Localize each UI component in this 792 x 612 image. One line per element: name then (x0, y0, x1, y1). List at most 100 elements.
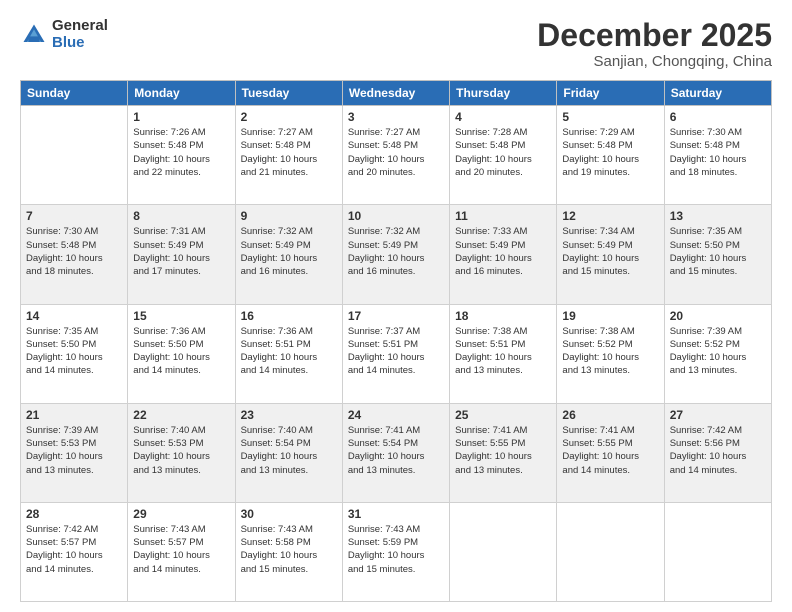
day-number: 8 (133, 209, 229, 223)
day-info: Sunrise: 7:43 AM Sunset: 5:57 PM Dayligh… (133, 523, 229, 576)
day-number: 15 (133, 309, 229, 323)
calendar-cell: 24Sunrise: 7:41 AM Sunset: 5:54 PM Dayli… (342, 403, 449, 502)
day-number: 4 (455, 110, 551, 124)
day-info: Sunrise: 7:32 AM Sunset: 5:49 PM Dayligh… (241, 225, 337, 278)
weekday-header-thursday: Thursday (450, 81, 557, 106)
day-info: Sunrise: 7:41 AM Sunset: 5:55 PM Dayligh… (455, 424, 551, 477)
day-number: 14 (26, 309, 122, 323)
day-info: Sunrise: 7:33 AM Sunset: 5:49 PM Dayligh… (455, 225, 551, 278)
day-info: Sunrise: 7:28 AM Sunset: 5:48 PM Dayligh… (455, 126, 551, 179)
day-info: Sunrise: 7:38 AM Sunset: 5:51 PM Dayligh… (455, 325, 551, 378)
calendar-cell: 3 Sunrise: 7:27 AM Sunset: 5:48 PM Daylig… (342, 106, 449, 205)
calendar-cell: 4 Sunrise: 7:28 AM Sunset: 5:48 PM Daylig… (450, 106, 557, 205)
day-number: 11 (455, 209, 551, 223)
day-info: Sunrise: 7:32 AM Sunset: 5:49 PM Dayligh… (348, 225, 444, 278)
logo: General Blue (20, 18, 108, 51)
day-number: 28 (26, 507, 122, 521)
day-number: 10 (348, 209, 444, 223)
calendar-cell (557, 502, 664, 601)
calendar-cell: 7 Sunrise: 7:30 AM Sunset: 5:48 PM Daylig… (21, 205, 128, 304)
calendar-cell: 11 Sunrise: 7:33 AM Sunset: 5:49 PM Dayli… (450, 205, 557, 304)
weekday-header-tuesday: Tuesday (235, 81, 342, 106)
day-number: 3 (348, 110, 444, 124)
page: General Blue December 2025 Sanjian, Chon… (0, 0, 792, 612)
calendar-cell: 23 Sunrise: 7:40 AM Sunset: 5:54 PM Dayli… (235, 403, 342, 502)
calendar-cell: 27 Sunrise: 7:42 AM Sunset: 5:56 PM Dayli… (664, 403, 771, 502)
calendar-cell: 13Sunrise: 7:35 AM Sunset: 5:50 PM Dayli… (664, 205, 771, 304)
day-info: Sunrise: 7:38 AM Sunset: 5:52 PM Dayligh… (562, 325, 658, 378)
calendar-cell: 18 Sunrise: 7:38 AM Sunset: 5:51 PM Dayli… (450, 304, 557, 403)
day-info: Sunrise: 7:29 AM Sunset: 5:48 PM Dayligh… (562, 126, 658, 179)
week-row-5: 28 Sunrise: 7:42 AM Sunset: 5:57 PM Dayli… (21, 502, 772, 601)
weekday-header-monday: Monday (128, 81, 235, 106)
day-number: 29 (133, 507, 229, 521)
day-info: Sunrise: 7:40 AM Sunset: 5:53 PM Dayligh… (133, 424, 229, 477)
day-info: Sunrise: 7:39 AM Sunset: 5:53 PM Dayligh… (26, 424, 122, 477)
calendar: SundayMondayTuesdayWednesdayThursdayFrid… (20, 80, 772, 602)
day-number: 25 (455, 408, 551, 422)
calendar-cell: 2Sunrise: 7:27 AM Sunset: 5:48 PM Daylig… (235, 106, 342, 205)
calendar-cell: 28 Sunrise: 7:42 AM Sunset: 5:57 PM Dayli… (21, 502, 128, 601)
day-number: 17 (348, 309, 444, 323)
calendar-cell (664, 502, 771, 601)
logo-text: General Blue (52, 18, 108, 51)
day-info: Sunrise: 7:43 AM Sunset: 5:58 PM Dayligh… (241, 523, 337, 576)
calendar-cell: 17 Sunrise: 7:37 AM Sunset: 5:51 PM Dayli… (342, 304, 449, 403)
day-info: Sunrise: 7:26 AM Sunset: 5:48 PM Dayligh… (133, 126, 229, 179)
weekday-header-row: SundayMondayTuesdayWednesdayThursdayFrid… (21, 81, 772, 106)
week-row-3: 14Sunrise: 7:35 AM Sunset: 5:50 PM Dayli… (21, 304, 772, 403)
calendar-cell: 30 Sunrise: 7:43 AM Sunset: 5:58 PM Dayli… (235, 502, 342, 601)
day-number: 30 (241, 507, 337, 521)
week-row-4: 21 Sunrise: 7:39 AM Sunset: 5:53 PM Dayli… (21, 403, 772, 502)
month-title: December 2025 (537, 18, 772, 53)
calendar-cell: 8 Sunrise: 7:31 AM Sunset: 5:49 PM Daylig… (128, 205, 235, 304)
calendar-cell: 16Sunrise: 7:36 AM Sunset: 5:51 PM Dayli… (235, 304, 342, 403)
calendar-cell: 10 Sunrise: 7:32 AM Sunset: 5:49 PM Dayli… (342, 205, 449, 304)
day-number: 18 (455, 309, 551, 323)
day-number: 19 (562, 309, 658, 323)
day-info: Sunrise: 7:27 AM Sunset: 5:48 PM Dayligh… (348, 126, 444, 179)
location-subtitle: Sanjian, Chongqing, China (537, 53, 772, 70)
calendar-cell: 19 Sunrise: 7:38 AM Sunset: 5:52 PM Dayli… (557, 304, 664, 403)
day-number: 16 (241, 309, 337, 323)
day-info: Sunrise: 7:31 AM Sunset: 5:49 PM Dayligh… (133, 225, 229, 278)
calendar-cell: 21 Sunrise: 7:39 AM Sunset: 5:53 PM Dayli… (21, 403, 128, 502)
day-info: Sunrise: 7:42 AM Sunset: 5:57 PM Dayligh… (26, 523, 122, 576)
calendar-cell: 5 Sunrise: 7:29 AM Sunset: 5:48 PM Daylig… (557, 106, 664, 205)
day-number: 21 (26, 408, 122, 422)
day-info: Sunrise: 7:37 AM Sunset: 5:51 PM Dayligh… (348, 325, 444, 378)
day-number: 23 (241, 408, 337, 422)
day-number: 24 (348, 408, 444, 422)
title-block: December 2025 Sanjian, Chongqing, China (537, 18, 772, 70)
day-number: 22 (133, 408, 229, 422)
weekday-header-friday: Friday (557, 81, 664, 106)
day-number: 26 (562, 408, 658, 422)
calendar-cell (450, 502, 557, 601)
calendar-cell: 20 Sunrise: 7:39 AM Sunset: 5:52 PM Dayli… (664, 304, 771, 403)
day-info: Sunrise: 7:39 AM Sunset: 5:52 PM Dayligh… (670, 325, 766, 378)
day-number: 6 (670, 110, 766, 124)
day-info: Sunrise: 7:36 AM Sunset: 5:50 PM Dayligh… (133, 325, 229, 378)
day-info: Sunrise: 7:43 AM Sunset: 5:59 PM Dayligh… (348, 523, 444, 576)
calendar-cell: 9 Sunrise: 7:32 AM Sunset: 5:49 PM Daylig… (235, 205, 342, 304)
calendar-cell: 29 Sunrise: 7:43 AM Sunset: 5:57 PM Dayli… (128, 502, 235, 601)
day-info: Sunrise: 7:40 AM Sunset: 5:54 PM Dayligh… (241, 424, 337, 477)
day-number: 9 (241, 209, 337, 223)
weekday-header-wednesday: Wednesday (342, 81, 449, 106)
calendar-cell: 31Sunrise: 7:43 AM Sunset: 5:59 PM Dayli… (342, 502, 449, 601)
week-row-1: 1 Sunrise: 7:26 AM Sunset: 5:48 PM Daylig… (21, 106, 772, 205)
day-info: Sunrise: 7:30 AM Sunset: 5:48 PM Dayligh… (26, 225, 122, 278)
day-number: 5 (562, 110, 658, 124)
day-number: 27 (670, 408, 766, 422)
day-number: 7 (26, 209, 122, 223)
header: General Blue December 2025 Sanjian, Chon… (20, 18, 772, 70)
calendar-cell: 26 Sunrise: 7:41 AM Sunset: 5:55 PM Dayli… (557, 403, 664, 502)
day-number: 1 (133, 110, 229, 124)
day-number: 20 (670, 309, 766, 323)
day-info: Sunrise: 7:42 AM Sunset: 5:56 PM Dayligh… (670, 424, 766, 477)
week-row-2: 7 Sunrise: 7:30 AM Sunset: 5:48 PM Daylig… (21, 205, 772, 304)
logo-icon (20, 21, 48, 49)
day-info: Sunrise: 7:41 AM Sunset: 5:55 PM Dayligh… (562, 424, 658, 477)
calendar-cell: 14Sunrise: 7:35 AM Sunset: 5:50 PM Dayli… (21, 304, 128, 403)
weekday-header-sunday: Sunday (21, 81, 128, 106)
